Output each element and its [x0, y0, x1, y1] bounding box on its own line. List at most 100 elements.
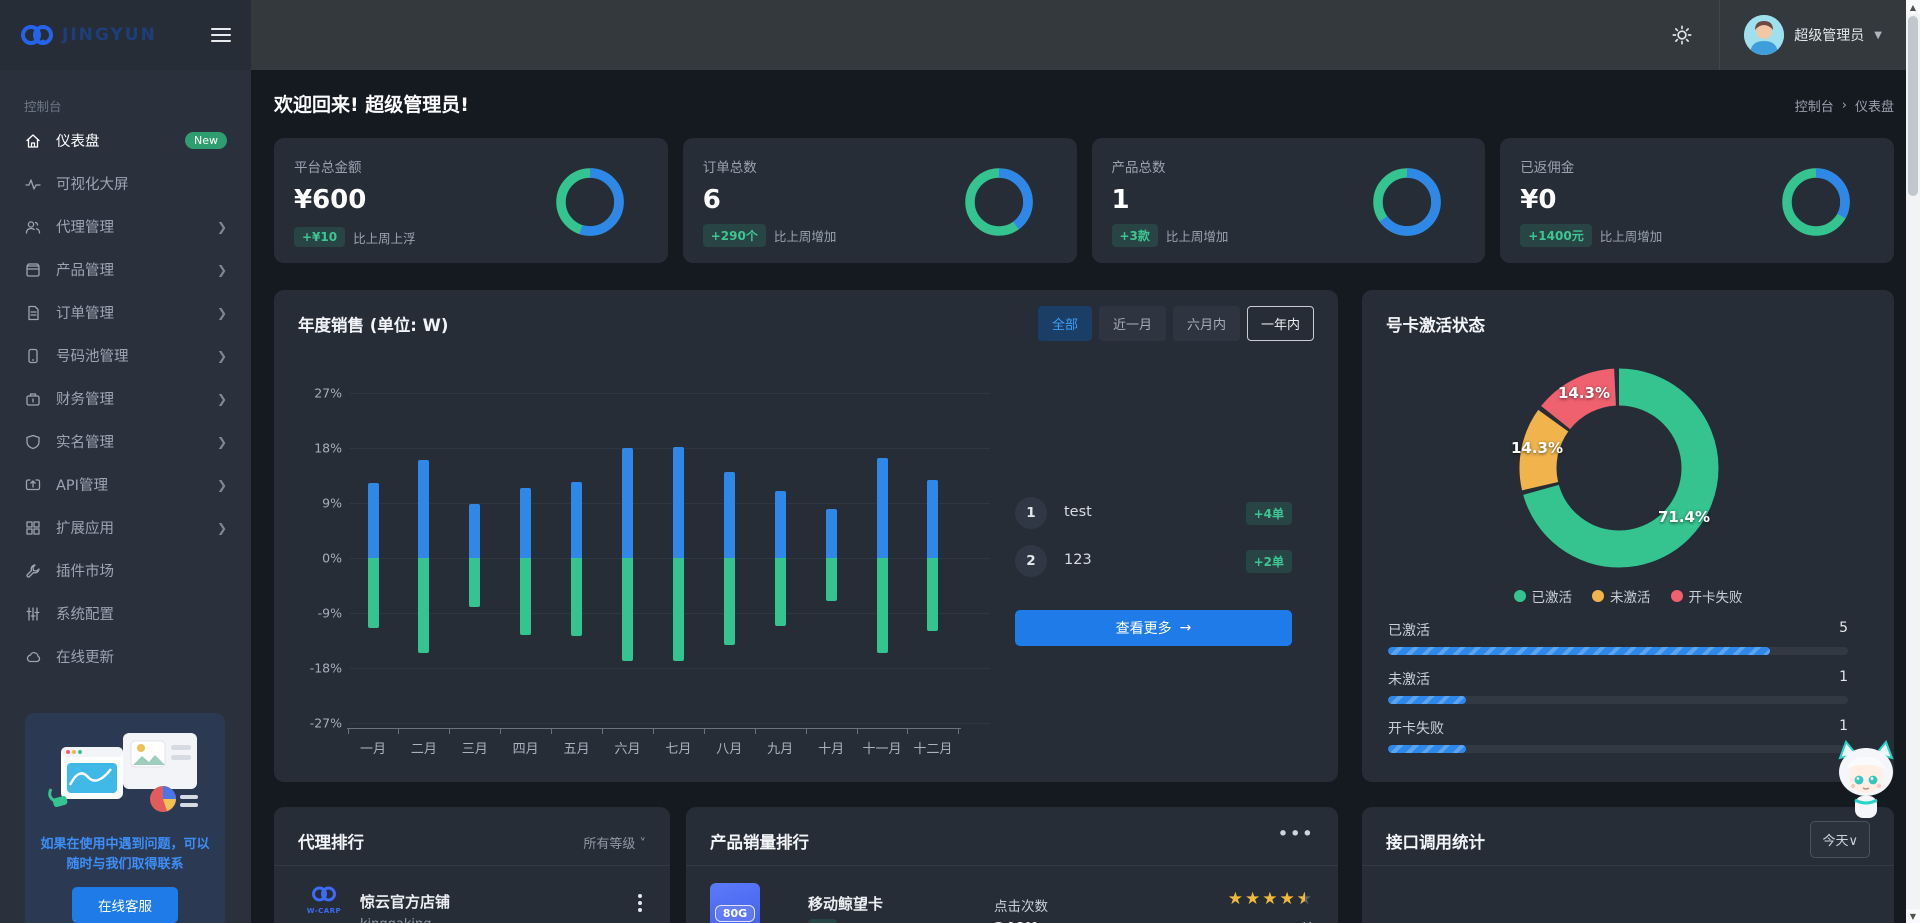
bar-down-九月	[774, 558, 786, 627]
activation-legend: 已激活 未激活 开卡失败	[1362, 586, 1894, 606]
wrench-icon	[26, 563, 40, 578]
sidebar-item-product-mgmt[interactable]: 产品管理 ❯	[0, 248, 251, 291]
stat-note: 比上周上浮	[353, 230, 416, 246]
ellipsis-menu-icon[interactable]: •••	[1277, 823, 1314, 845]
sidebar-item-dashboard[interactable]: 仪表盘 New	[0, 119, 251, 162]
sidebar-item-number-pool-mgmt[interactable]: 号码池管理 ❯	[0, 334, 251, 377]
sidebar-item-api-mgmt[interactable]: API管理 ❯	[0, 463, 251, 506]
legend-item[interactable]: 开卡失败	[1670, 586, 1743, 606]
legend-item[interactable]: 已激活	[1513, 586, 1572, 606]
rank-badge: +4单	[1245, 502, 1292, 525]
bar-up-十二月	[927, 479, 939, 558]
sidebar-item-label: 号码池管理	[56, 349, 129, 365]
star-icon: ★	[1279, 889, 1297, 909]
stat-change-badge: +290个	[702, 224, 766, 247]
bar-up-十月	[825, 509, 837, 558]
dashboard-app: JINGYUN 超级管理员 ▼ 控制台 仪表盘 New 可视化大屏 代理管理 ❯…	[0, 0, 1920, 923]
support-illustration	[48, 733, 198, 812]
breadcrumb-root[interactable]: 控制台	[1795, 96, 1834, 115]
x-axis-tick	[652, 728, 654, 734]
progress-fill	[1388, 696, 1467, 704]
progress-label: 已激活	[1388, 623, 1430, 639]
product-thumbnail[interactable]: 80G	[710, 883, 760, 923]
x-axis-tick	[958, 728, 960, 734]
scroll-up-arrow[interactable]: ▲	[1906, 0, 1920, 14]
progress-track	[1388, 745, 1848, 753]
view-more-button[interactable]: 查看更多 →	[1015, 610, 1292, 646]
sidebar-item-plugin-market[interactable]: 插件市场	[0, 549, 251, 592]
progress-label: 开卡失败	[1388, 721, 1444, 737]
sidebar-toggle-icon[interactable]	[211, 24, 231, 46]
users-icon	[25, 220, 41, 234]
user-menu[interactable]: 超级管理员 ▼	[1719, 0, 1906, 70]
rank-name[interactable]: 123	[1064, 552, 1092, 568]
page-title: 欢迎回来! 超级管理员!	[274, 94, 469, 116]
rating-stars: ★★★★★	[1228, 889, 1314, 909]
sidebar-item-label: API管理	[56, 478, 108, 494]
sidebar-item-finance-mgmt[interactable]: 财务管理 ❯	[0, 377, 251, 420]
sales-tab-0[interactable]: 全部	[1037, 306, 1092, 341]
mascot-character[interactable]	[1832, 740, 1900, 824]
bar-up-二月	[418, 459, 430, 558]
x-axis-tick	[398, 728, 400, 734]
x-axis-tick	[703, 728, 705, 734]
sidebar-item-realname-mgmt[interactable]: 实名管理 ❯	[0, 420, 251, 463]
api-range-select[interactable]: 今天∨	[1810, 821, 1870, 858]
sales-range-tabs: 全部 近一月 六月内 一年内	[1037, 306, 1314, 341]
sidebar-item-online-update[interactable]: 在线更新	[0, 635, 251, 678]
cloud-logo-icon	[21, 25, 53, 45]
bar-down-一月	[367, 558, 379, 629]
card-activation-title: 号卡激活状态	[1386, 316, 1485, 335]
legend-item[interactable]: 未激活	[1592, 586, 1651, 606]
topbar-brand-area: JINGYUN	[0, 0, 251, 70]
theme-toggle-icon[interactable]	[1671, 24, 1693, 46]
sales-value: 1234单	[1264, 919, 1314, 923]
sidebar-item-visual-screen[interactable]: 可视化大屏	[0, 162, 251, 205]
sales-tab-2[interactable]: 六月内	[1172, 306, 1240, 341]
progress-fill	[1388, 745, 1467, 753]
sidebar-item-label: 产品管理	[56, 263, 114, 279]
sidebar-item-extensions[interactable]: 扩展应用 ❯	[0, 506, 251, 549]
gridline	[350, 612, 990, 614]
bar-down-五月	[571, 558, 583, 636]
chevron-right-icon: ❯	[216, 348, 227, 363]
product-name[interactable]: 移动鲸望卡	[808, 893, 883, 914]
rank-number: 2	[1015, 545, 1047, 577]
stat-note: 比上周增加	[1165, 229, 1229, 244]
kebab-menu-icon[interactable]	[638, 891, 642, 915]
share-screen-icon	[25, 478, 41, 490]
y-axis-tick: 9%	[322, 495, 342, 511]
chevron-right-icon: ❯	[216, 391, 227, 406]
sidebar-item-agent-mgmt[interactable]: 代理管理 ❯	[0, 205, 251, 248]
star-icon: ★	[1262, 889, 1280, 909]
progress-value: 1	[1839, 669, 1848, 685]
stat-note: 比上周增加	[773, 229, 837, 244]
x-axis-label: 五月	[563, 742, 590, 757]
x-axis-tick	[500, 728, 502, 734]
agent-level-filter[interactable]: 所有等级 ˅	[583, 833, 646, 852]
bar-down-七月	[672, 558, 684, 662]
x-axis-label: 九月	[767, 742, 794, 757]
briefcase-icon	[26, 392, 40, 406]
bar-down-八月	[723, 558, 735, 646]
donut-slice-label: 14.3%	[1557, 384, 1611, 402]
scrollbar-thumb[interactable]	[1908, 16, 1918, 196]
app-logo[interactable]: JINGYUN	[20, 23, 157, 47]
rank-name[interactable]: test	[1064, 504, 1092, 520]
bar-down-二月	[418, 558, 430, 654]
sales-tab-1[interactable]: 近一月	[1098, 306, 1166, 341]
scroll-down-arrow[interactable]: ▼	[1906, 909, 1920, 923]
stat-change-badge: +¥10	[294, 227, 346, 247]
scrollbar[interactable]: ▲ ▼	[1906, 0, 1920, 923]
sales-tab-3[interactable]: 一年内	[1246, 306, 1314, 341]
sidebar-item-system-config[interactable]: 系统配置	[0, 592, 251, 635]
agent-name[interactable]: 惊云官方店铺	[360, 891, 450, 912]
progress-value: 1	[1839, 718, 1848, 734]
chevron-right-icon: ❯	[216, 305, 227, 320]
bar-down-六月	[622, 558, 633, 661]
x-axis-label: 三月	[461, 742, 488, 757]
stat-donut-chart	[556, 168, 624, 236]
online-support-button[interactable]: 在线客服	[72, 887, 178, 923]
y-axis-tick: -27%	[309, 715, 342, 731]
sidebar-item-order-mgmt[interactable]: 订单管理 ❯	[0, 291, 251, 334]
